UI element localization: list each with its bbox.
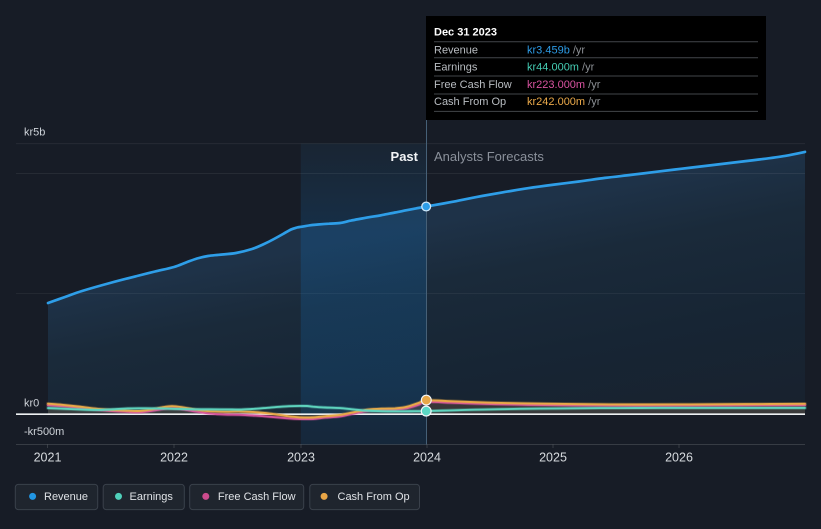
svg-text:Cash From Op: Cash From Op [338,491,410,503]
svg-text:Earnings: Earnings [434,61,478,73]
svg-text:Cash From Op: Cash From Op [434,96,506,108]
svg-text:Revenue: Revenue [44,491,88,503]
svg-text:2025: 2025 [539,451,567,465]
svg-text:Dec 31 2023: Dec 31 2023 [434,27,497,39]
svg-text:Past: Past [391,149,419,164]
svg-text:Earnings: Earnings [130,491,174,503]
svg-text:kr3.459b /yr: kr3.459b /yr [527,45,585,57]
svg-text:-kr500m: -kr500m [24,426,64,438]
svg-text:kr5b: kr5b [24,127,45,139]
svg-text:Free Cash Flow: Free Cash Flow [434,79,512,91]
svg-text:kr44.000m /yr: kr44.000m /yr [527,61,595,73]
svg-text:2026: 2026 [665,451,693,465]
svg-text:2024: 2024 [413,451,441,465]
svg-text:2021: 2021 [34,451,62,465]
svg-text:Analysts Forecasts: Analysts Forecasts [434,149,544,164]
svg-text:Free Cash Flow: Free Cash Flow [218,491,296,503]
svg-text:2023: 2023 [287,451,315,465]
svg-text:Revenue: Revenue [434,45,478,57]
svg-text:2022: 2022 [160,451,188,465]
svg-text:kr242.000m /yr: kr242.000m /yr [527,96,601,108]
svg-text:kr0: kr0 [24,398,39,410]
svg-text:kr223.000m /yr: kr223.000m /yr [527,79,601,91]
